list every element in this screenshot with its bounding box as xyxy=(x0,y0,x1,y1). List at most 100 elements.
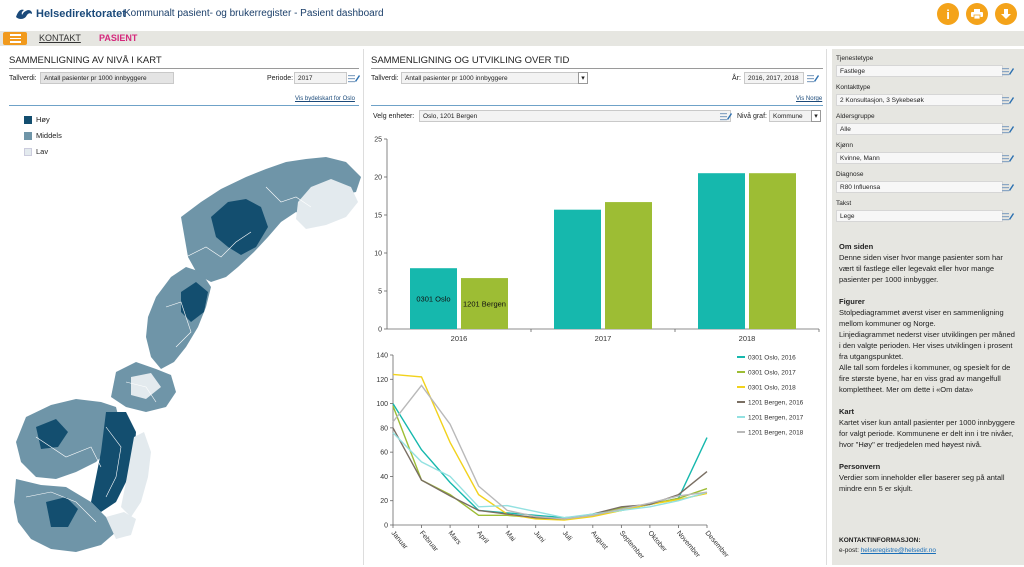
filter-field[interactable]: Alle xyxy=(836,123,1003,135)
bar-chart: 0 5 10 15 20 25 2016 0301 Oslo 1201 Bergen 2017 20… xyxy=(374,137,820,343)
bar xyxy=(698,173,745,329)
y-tick-label: 15 xyxy=(374,213,382,220)
x-tick-label: Juni xyxy=(532,530,546,545)
legend-label: 0301 Oslo, 2016 xyxy=(748,355,796,362)
y-tick-label: 5 xyxy=(378,289,382,296)
x-tick-label: August xyxy=(589,530,608,551)
figurer-text-1: Stolpediagrammet øverst viser en sammenl… xyxy=(839,308,1004,328)
tallverdi-label: Tallverdi: xyxy=(9,75,37,82)
y-tick-label: 0 xyxy=(378,327,382,334)
x-tick-label: September xyxy=(618,530,646,561)
norway-map[interactable] xyxy=(6,107,364,567)
filter-field[interactable]: Kvinne, Mann xyxy=(836,152,1003,164)
picker-icon[interactable] xyxy=(1002,124,1014,134)
map-region-nordland xyxy=(146,267,211,369)
om-siden-text: Denne siden viser hvor mange pasienter s… xyxy=(839,253,1003,284)
filter-field[interactable]: R80 Influensa xyxy=(836,181,1003,193)
chevron-down-icon[interactable]: ▾ xyxy=(578,72,588,84)
periode-label: Periode: xyxy=(267,75,294,82)
x-tick-label: Oktober xyxy=(646,530,668,554)
aar-label: År: xyxy=(732,75,741,82)
nav-kontakt[interactable]: KONTAKT xyxy=(39,33,81,43)
x-tick-label: 2016 xyxy=(451,334,468,343)
print-icon xyxy=(971,9,983,19)
chevron-down-icon[interactable]: ▾ xyxy=(811,110,821,122)
nav-pasient[interactable]: PASIENT xyxy=(99,33,137,43)
filter-field[interactable]: Lege xyxy=(836,210,1003,222)
page-title: Kommunalt pasient- og brukerregister - P… xyxy=(124,8,384,19)
nav-bar: KONTAKT PASIENT xyxy=(0,31,1024,46)
figurer-text-2: Linjediagrammet nederst viser utviklinge… xyxy=(839,330,1015,361)
map-panel: SAMMENLIGNING AV NIVÅ I KART Tallverdi: … xyxy=(2,49,364,565)
y-tick-label: 140 xyxy=(376,353,388,360)
legend-label: 1201 Bergen, 2016 xyxy=(748,400,804,407)
vis-bydelskart-link[interactable]: Vis bydelskart for Oslo xyxy=(295,96,355,102)
aar-field[interactable]: 2016, 2017, 2018 xyxy=(744,72,804,84)
x-tick-label: Januar xyxy=(389,530,409,551)
line-series xyxy=(392,432,708,519)
line-series xyxy=(392,384,708,520)
legend-label: 1201 Bergen, 2018 xyxy=(748,430,804,437)
legend-label: 0301 Oslo, 2017 xyxy=(748,370,796,377)
contact-info: KONTAKTINFORMASJON: e-post: helseregistr… xyxy=(839,536,936,556)
periode-field[interactable]: 2017 xyxy=(294,72,347,84)
contact-title: KONTAKTINFORMASJON: xyxy=(839,537,921,544)
info-icon: i xyxy=(946,6,950,22)
om-siden-heading: Om siden xyxy=(839,242,874,251)
figurer-heading: Figurer xyxy=(839,297,865,306)
filter-label: Kontakttype xyxy=(836,84,871,91)
personvern-heading: Personvern xyxy=(839,462,881,471)
y-tick-label: 100 xyxy=(376,401,388,408)
bar-data-label: 1201 Bergen xyxy=(463,300,506,309)
download-icon xyxy=(1001,8,1011,19)
y-tick-label: 120 xyxy=(376,377,388,384)
download-button[interactable] xyxy=(995,3,1017,25)
y-tick-label: 40 xyxy=(380,474,388,481)
dev-tallverdi-select[interactable]: Antall pasienter pr 1000 innbyggere xyxy=(401,72,587,84)
x-tick-label: Februar xyxy=(418,530,440,554)
kart-text: Kartet viser kun antall pasienter per 10… xyxy=(839,418,1015,449)
y-tick-label: 10 xyxy=(374,251,382,258)
kart-heading: Kart xyxy=(839,407,855,416)
picker-icon[interactable] xyxy=(720,111,732,121)
contact-email-link[interactable]: helseregistre@helsedir.no xyxy=(861,547,936,554)
picker-icon[interactable] xyxy=(1002,153,1014,163)
logo-icon xyxy=(16,9,32,19)
filter-field[interactable]: 2 Konsultasjon, 3 Sykebesøk xyxy=(836,94,1003,106)
map-tallverdi-select[interactable]: Antall pasienter pr 1000 innbyggere xyxy=(40,72,174,84)
info-button[interactable]: i xyxy=(937,3,959,25)
filter-label: Tjenestetype xyxy=(836,55,874,62)
line-series xyxy=(392,373,708,521)
personvern-text: Verdier som inneholder eller baserer seg… xyxy=(839,473,1005,493)
picker-icon[interactable] xyxy=(807,73,819,83)
bar-data-label: 0301 Oslo xyxy=(416,295,450,304)
development-section-title: SAMMENLIGNING OG UTVIKLING OVER TID xyxy=(371,55,570,66)
enheter-field[interactable]: Oslo, 1201 Bergen xyxy=(419,110,731,122)
y-tick-label: 20 xyxy=(374,175,382,182)
app-header: Helsedirektoratet Kommunalt pasient- og … xyxy=(0,0,1024,30)
filter-panel: Tjenestetype Fastlege Kontakttype 2 Konsult… xyxy=(832,49,1024,565)
info-text: Om siden Denne siden viser hvor mange pas… xyxy=(839,241,1015,505)
y-tick-label: 25 xyxy=(374,137,382,144)
y-tick-label: 0 xyxy=(384,523,388,530)
picker-icon[interactable] xyxy=(348,73,360,83)
vis-norge-link[interactable]: Vis Norge xyxy=(796,96,822,102)
filter-label: Kjønn xyxy=(836,142,853,149)
picker-icon[interactable] xyxy=(1002,95,1014,105)
helsedirektoratet-logo[interactable]: Helsedirektoratet xyxy=(15,6,126,22)
hamburger-menu-button[interactable] xyxy=(3,32,27,45)
x-tick-label: Mars xyxy=(447,530,463,547)
x-tick-label: Desember xyxy=(703,530,730,560)
filter-field[interactable]: Fastlege xyxy=(836,65,1003,77)
picker-icon[interactable] xyxy=(1002,211,1014,221)
print-button[interactable] xyxy=(966,3,988,25)
development-panel: SAMMENLIGNING OG UTVIKLING OVER TID Tall… xyxy=(367,49,827,565)
filter-label: Diagnose xyxy=(836,171,864,178)
bar xyxy=(749,173,796,329)
x-tick-label: April xyxy=(475,530,490,546)
picker-icon[interactable] xyxy=(1002,182,1014,192)
line-chart: 0 20 40 60 80 100 120 140 Januar Februar Mars April… xyxy=(376,353,804,562)
y-tick-label: 80 xyxy=(380,425,388,432)
velg-enheter-label: Velg enheter: xyxy=(373,113,415,120)
picker-icon[interactable] xyxy=(1002,66,1014,76)
